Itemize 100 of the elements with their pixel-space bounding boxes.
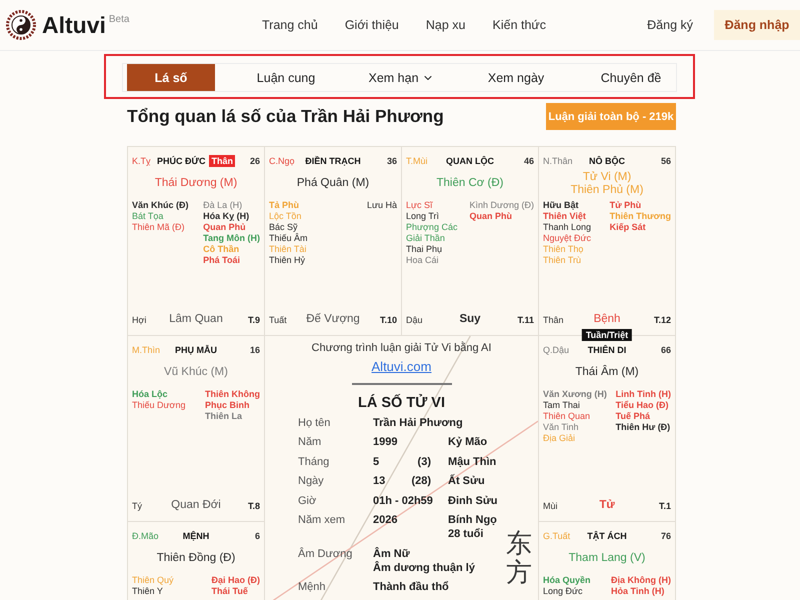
main-star-name: Thiên Đồng (Đ) [156,552,236,565]
stem-branch-value: Kỷ Mão [448,435,488,449]
nav-link[interactable]: Trang chủ [262,18,318,32]
star-name: Thiếu Dương [132,400,186,411]
palace-name: MỆNH [182,530,210,542]
star-name: Phượng Các [406,222,458,233]
star-name: Đại Hao (Đ) [211,575,260,586]
info-value: Thành đầu thổ [373,580,449,594]
palace-name: NÔ BỘC [589,154,625,166]
tab[interactable]: Lá số [127,64,215,91]
info-value: Âm dương thuận lý [373,560,475,574]
star-name: Thiên La [205,411,242,422]
page-title: Tổng quan lá số của Trần Hải Phương [127,106,444,127]
star-name: Thiên Việt [543,211,586,222]
stem-branch-label: C.Ngọ [269,154,295,166]
info-label: Tháng [298,454,330,468]
lunar-value: (3) [418,454,431,468]
nav-link[interactable]: Nạp xu [426,18,466,32]
yin-yang-icon[interactable] [6,10,36,40]
star-name: Tuế Phá [616,411,650,422]
age-label: 56 [660,154,671,166]
stem-branch-label: Đ.Mão [132,530,159,542]
star-name: Phá Toái [203,255,240,266]
info-label: Giờ [298,494,318,508]
star-name: Đà La (H) [203,200,242,211]
star-name: Thiên Thọ [543,244,584,255]
tab[interactable]: Luận cung [242,64,330,91]
palace-name: THIÊN DI [588,344,626,356]
star-name: Thiếu Âm [269,233,308,244]
star-name: Phục Binh [205,400,250,411]
tab[interactable]: Xem hạn [357,64,445,91]
star-name: Hỏa Tinh (H) [611,586,664,597]
calligraphy-text: 东方 [506,530,532,588]
star-name: Văn Xương (H) [543,389,607,400]
branch-label: Tuất [269,314,287,326]
life-stage: Quan Đới [171,498,221,512]
star-name: Địa Không (H) [611,575,671,586]
palace-name: TẬT ÁCH [587,530,627,542]
main-star-name: Vũ Khúc (M) [164,366,228,379]
stem-branch-label: K.Tỵ [132,154,151,166]
star-name: Quan Phù [470,211,512,222]
star-name: Hữu Bật [543,200,579,211]
main-star-name: Thiên Cơ (Đ) [436,177,504,190]
life-stage: Đế Vượng [306,312,360,326]
star-name: Long Đức [543,586,583,597]
stem-branch-label: M.Thìn [132,344,160,356]
info-label: Năm [298,435,322,449]
stem-branch-value: Đinh Sửu [448,494,498,508]
star-name: Thiên Quý [132,575,174,586]
month-label: T.11 [517,314,534,326]
stem-branch-label: N.Thân [543,154,573,166]
tab[interactable]: Xem ngày [472,64,560,91]
info-label: Ngày [298,474,325,488]
nav-link[interactable]: Giới thiệu [344,18,399,32]
main-star-name: Thiên Phủ (M) [570,184,644,196]
info-value: 5 [373,454,380,468]
age-label: 16 [250,344,260,356]
main-star-name: Thái Âm (M) [575,366,639,379]
age-label: 26 [250,154,260,166]
nav-link[interactable]: Kiến thức [492,18,546,32]
age-label: 66 [660,344,671,356]
info-label: Năm xem [298,513,346,528]
info-label: Họ tên [298,416,332,430]
star-name: Long Trì [406,211,440,222]
tab[interactable]: Chuyên đề [587,64,675,91]
login-button[interactable]: Đăng nhập [714,10,800,40]
star-name: Cô Thần [203,244,240,255]
site-link[interactable]: Altuvi.com [372,359,432,375]
brand-name[interactable]: Altuvi [42,12,106,38]
star-name: Tang Môn (H) [203,233,260,244]
age-label: 46 [524,154,534,166]
star-name: Văn Khúc (Đ) [132,200,189,211]
age-label: 76 [660,530,671,542]
life-stage: Lâm Quan [169,312,223,326]
stem-branch-value: Mậu Thìn [448,454,496,468]
star-name: Lộc Tồn [269,211,302,222]
info-value: 2026 [373,513,398,527]
star-name: Địa Giải [543,433,576,444]
month-label: T.8 [248,500,260,512]
star-name: Hóa Quyền [543,575,591,586]
register-link[interactable]: Đăng ký [647,18,693,32]
star-name: Thai Phụ [406,244,442,255]
main-star-name: Phá Quân (M) [296,177,370,190]
stem-branch-label: G.Tuất [543,530,570,542]
star-name: Linh Tinh (H) [616,389,671,400]
info-value: Trần Hải Phương [373,416,463,430]
branch-label: Mùi [543,500,558,512]
star-name: Bác Sỹ [269,222,298,233]
body-palace-tag: Thân [209,154,235,166]
branch-label: Thân [543,314,564,326]
main-star-name: Tử Vi (M) [582,170,632,184]
star-name: Kiếp Sát [610,222,646,233]
star-name: Giải Thần [406,233,445,244]
star-name: Văn Tinh [543,422,579,433]
star-name: Thanh Long [543,222,592,233]
star-name: Hóa Kỵ (H) [203,211,250,222]
month-label: T.9 [248,314,260,326]
main-star-name: Tham Lang (V) [568,552,646,565]
month-label: T.10 [380,314,397,326]
star-name: Bát Tọa [132,211,164,222]
